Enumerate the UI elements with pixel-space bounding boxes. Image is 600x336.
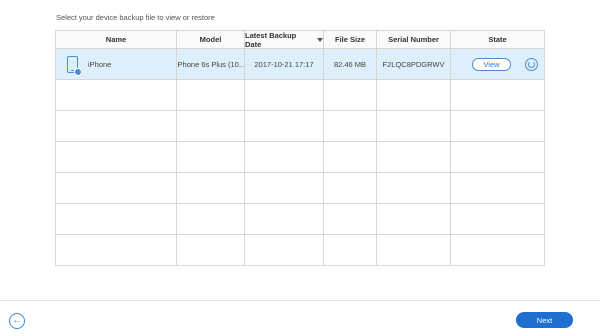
empty-cell	[56, 173, 177, 203]
table-row-empty	[56, 235, 544, 266]
empty-cell	[451, 142, 544, 172]
empty-cell	[324, 80, 377, 110]
empty-cell	[324, 111, 377, 141]
restore-icon[interactable]	[525, 57, 538, 71]
header-state[interactable]: State	[451, 31, 544, 48]
empty-cell	[56, 204, 177, 234]
header-name[interactable]: Name	[56, 31, 177, 48]
backup-table: Name Model Latest Backup Date File Size …	[55, 30, 545, 266]
empty-cell	[451, 235, 544, 266]
empty-cell	[177, 142, 245, 172]
header-latest-backup-date[interactable]: Latest Backup Date	[245, 30, 324, 49]
empty-cell	[377, 111, 451, 141]
footer-bar: ← Next	[0, 300, 600, 336]
device-name: iPhone	[88, 59, 112, 69]
arrow-left-icon: ←	[12, 315, 22, 326]
empty-cell	[377, 204, 451, 234]
cell-backup-date: 2017-10-21 17:17	[245, 49, 324, 79]
cell-file-size: 82.46 MB	[324, 49, 377, 79]
empty-cell	[324, 204, 377, 234]
empty-cell	[56, 111, 177, 141]
header-serial-number[interactable]: Serial Number	[377, 31, 451, 48]
empty-cell	[245, 173, 324, 203]
empty-cell	[177, 235, 245, 266]
instruction-text: Select your device backup file to view o…	[56, 13, 215, 22]
empty-cell	[451, 111, 544, 141]
empty-cell	[177, 204, 245, 234]
view-button[interactable]: View	[472, 57, 511, 71]
empty-cell	[177, 173, 245, 203]
table-row-empty	[56, 173, 544, 204]
empty-cell	[245, 80, 324, 110]
empty-cell	[324, 235, 377, 266]
empty-cell	[56, 235, 177, 266]
header-file-size[interactable]: File Size	[324, 31, 377, 48]
header-model[interactable]: Model	[177, 31, 245, 48]
next-button[interactable]: Next	[516, 312, 573, 328]
table-row-empty	[56, 80, 544, 111]
backup-panel: Select your device backup file to view o…	[0, 0, 600, 300]
sort-desc-icon	[317, 37, 323, 42]
cell-model: iPhone 6s Plus (10...	[177, 49, 245, 79]
empty-cell	[245, 111, 324, 141]
table-header: Name Model Latest Backup Date File Size …	[56, 31, 544, 49]
cell-state: View	[451, 49, 544, 79]
header-latest-backup-date-label: Latest Backup Date	[245, 30, 297, 49]
empty-cell	[377, 142, 451, 172]
empty-cell	[245, 235, 324, 266]
iphone-device-icon	[67, 55, 82, 76]
empty-cell	[245, 204, 324, 234]
back-button[interactable]: ←	[9, 313, 25, 329]
table-row-empty	[56, 142, 544, 173]
empty-cell	[324, 142, 377, 172]
empty-cell	[451, 204, 544, 234]
empty-cell	[377, 80, 451, 110]
empty-cell	[56, 142, 177, 172]
empty-cell	[451, 80, 544, 110]
table-row-empty	[56, 111, 544, 142]
empty-cell	[377, 235, 451, 266]
empty-cell	[324, 173, 377, 203]
empty-cell	[377, 173, 451, 203]
table-row[interactable]: iPhone iPhone 6s Plus (10... 2017-10-21 …	[56, 49, 544, 80]
empty-cell	[451, 173, 544, 203]
cell-name: iPhone	[56, 49, 177, 79]
device-badge-icon	[74, 67, 82, 76]
empty-cell	[177, 111, 245, 141]
table-row-empty	[56, 204, 544, 235]
empty-cell	[245, 142, 324, 172]
empty-cell	[177, 80, 245, 110]
cell-serial-number: F2LQC8PDGRWV	[377, 49, 451, 79]
empty-cell	[56, 80, 177, 110]
